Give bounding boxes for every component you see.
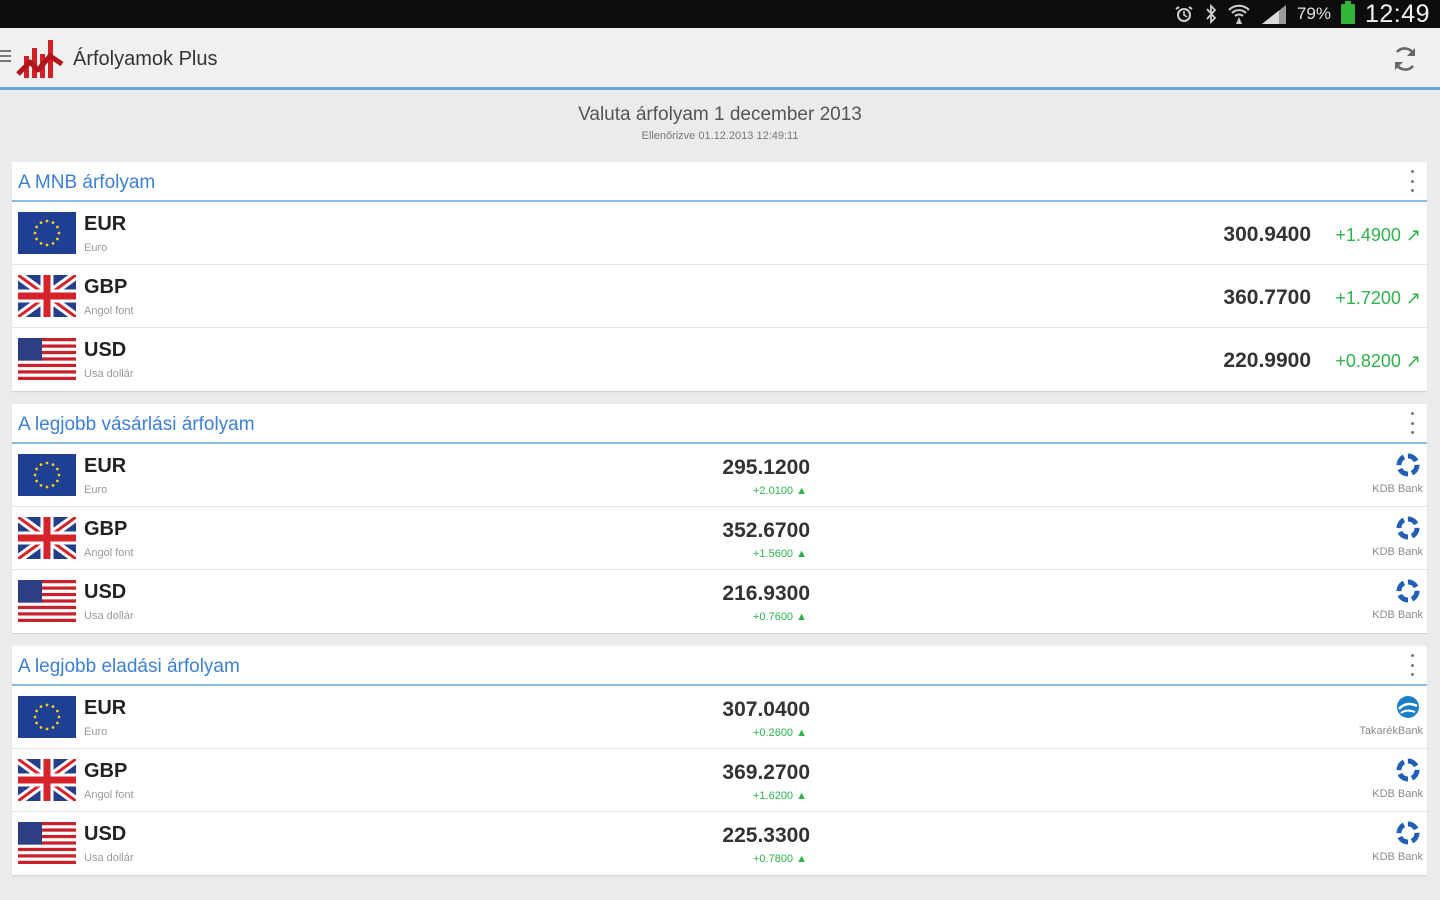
rate-change: +0.8200 ↗ (1335, 351, 1421, 371)
card-title: A legjobb vásárlási árfolyam (18, 414, 255, 435)
rate-row-gbp[interactable]: GBP Angol font 369.2700 +1.6200 ▲ KDB Ba… (12, 749, 1427, 812)
currency-name: Usa dollár (84, 610, 134, 622)
us-flag-icon (18, 338, 76, 380)
card-title: A legjobb eladási árfolyam (18, 656, 240, 677)
currency-name: Usa dollár (84, 368, 134, 380)
currency-name: Angol font (84, 789, 134, 801)
rate-change: +0.7600 ▲ (752, 611, 807, 623)
bank-name: KDB Bank (1372, 546, 1423, 558)
currency-code: GBP (84, 276, 128, 298)
rate-value: 225.3300 (722, 824, 810, 847)
rate-row-usd[interactable]: USD Usa dollár 225.3300 +0.7800 ▲ KDB Ba… (12, 812, 1427, 875)
rate-change: +1.7200 ↗ (1335, 288, 1421, 308)
us-flag-icon (18, 822, 76, 864)
bank-name: KDB Bank (1372, 609, 1423, 621)
currency-code: USD (84, 823, 127, 845)
rate-value: 352.6700 (722, 519, 810, 542)
uk-flag-icon (18, 759, 76, 801)
eu-flag-icon (18, 696, 76, 738)
kdb-bank-icon (1396, 821, 1420, 845)
eu-flag-icon (18, 454, 76, 496)
rate-value: 300.9400 (1223, 223, 1311, 246)
battery-percent: 79% (1296, 4, 1331, 23)
rate-row-usd[interactable]: USD Usa dollár 220.9900 +0.8200 ↗ (12, 328, 1427, 391)
currency-name: Euro (84, 726, 108, 738)
rate-change: +0.2600 ▲ (752, 727, 807, 739)
rate-change: +0.7800 ▲ (752, 853, 807, 865)
rate-row-gbp[interactable]: GBP Angol font 360.7700 +1.7200 ↗ (12, 265, 1427, 328)
clock-time: 12:49 (1364, 0, 1430, 28)
currency-code: EUR (84, 213, 127, 235)
overflow-menu-icon[interactable] (1409, 412, 1415, 434)
hamburger-icon[interactable] (0, 50, 12, 64)
currency-code: USD (84, 581, 127, 603)
rate-value: 360.7700 (1223, 286, 1311, 309)
rate-row-usd[interactable]: USD Usa dollár 216.9300 +0.7600 ▲ KDB Ba… (12, 570, 1427, 633)
app-title: Árfolyamok Plus (73, 48, 218, 70)
currency-name: Angol font (84, 305, 134, 317)
currency-name: Angol font (84, 547, 134, 559)
eu-flag-icon (18, 212, 76, 254)
battery-icon (1340, 1, 1355, 24)
card-header: A legjobb eladási árfolyam (12, 646, 1427, 686)
rate-row-gbp[interactable]: GBP Angol font 352.6700 +1.5600 ▲ KDB Ba… (12, 507, 1427, 570)
takarekbank-icon (1397, 696, 1419, 718)
rate-change: +1.4900 ↗ (1335, 225, 1421, 245)
best-sell-rate-card: A legjobb eladási árfolyam EUR Euro 307.… (12, 646, 1427, 875)
bank-name: KDB Bank (1372, 851, 1423, 863)
overflow-menu-icon[interactable] (1409, 654, 1415, 676)
rate-change: +2.0100 ▲ (752, 485, 807, 497)
rate-change: +1.6200 ▲ (752, 790, 807, 802)
status-bar: 79% 12:49 (0, 0, 1440, 28)
card-header: A MNB árfolyam (12, 162, 1427, 202)
checked-timestamp: Ellenőrizve 01.12.2013 12:49:11 (641, 130, 799, 142)
rate-change: +1.5600 ▲ (752, 548, 807, 560)
best-buy-rate-card: A legjobb vásárlási árfolyam EUR Euro 29… (12, 404, 1427, 633)
rate-row-eur[interactable]: EUR Euro 307.0400 +0.2600 ▲ TakarékBank (12, 686, 1427, 749)
rate-row-eur[interactable]: EUR Euro 300.9400 +1.4900 ↗ (12, 202, 1427, 265)
currency-code: EUR (84, 697, 127, 719)
signal-icon (1261, 4, 1287, 24)
kdb-bank-icon (1396, 758, 1420, 782)
mnb-rate-card: A MNB árfolyam EUR Euro 300.9400 +1.4900… (12, 162, 1427, 391)
currency-code: GBP (84, 518, 128, 540)
kdb-bank-icon (1396, 516, 1420, 540)
currency-code: GBP (84, 760, 128, 782)
overflow-menu-icon[interactable] (1409, 170, 1415, 192)
uk-flag-icon (18, 517, 76, 559)
bank-name: KDB Bank (1372, 483, 1423, 495)
us-flag-icon (18, 580, 76, 622)
kdb-bank-icon (1396, 579, 1420, 603)
bank-name: TakarékBank (1359, 725, 1423, 737)
status-icons: 79% 12:49 (1173, 0, 1430, 28)
rate-date-header: Valuta árfolyam 1 december 2013 Ellenőri… (0, 104, 1440, 142)
currency-code: USD (84, 339, 127, 361)
currency-code: EUR (84, 455, 127, 477)
alarm-icon (1173, 5, 1195, 23)
rate-value: 307.0400 (722, 698, 810, 721)
rate-row-eur[interactable]: EUR Euro 295.1200 +2.0100 ▲ KDB Bank (12, 444, 1427, 507)
card-title: A MNB árfolyam (18, 172, 156, 193)
uk-flag-icon (18, 275, 76, 317)
wifi-icon (1227, 3, 1251, 25)
rate-value: 295.1200 (722, 456, 810, 479)
refresh-icon[interactable] (1390, 44, 1420, 74)
page-title: Valuta árfolyam 1 december 2013 (578, 104, 862, 125)
card-header: A legjobb vásárlási árfolyam (12, 404, 1427, 444)
action-bar: Árfolyamok Plus (0, 28, 1440, 90)
rate-value: 369.2700 (722, 761, 810, 784)
rate-value: 216.9300 (722, 582, 810, 605)
currency-name: Euro (84, 242, 108, 254)
currency-name: Usa dollár (84, 852, 134, 864)
bank-name: KDB Bank (1372, 788, 1423, 800)
rate-value: 220.9900 (1223, 349, 1311, 372)
app-logo-icon[interactable] (16, 34, 66, 84)
currency-name: Euro (84, 484, 108, 496)
kdb-bank-icon (1396, 453, 1420, 477)
bluetooth-icon (1205, 4, 1217, 24)
